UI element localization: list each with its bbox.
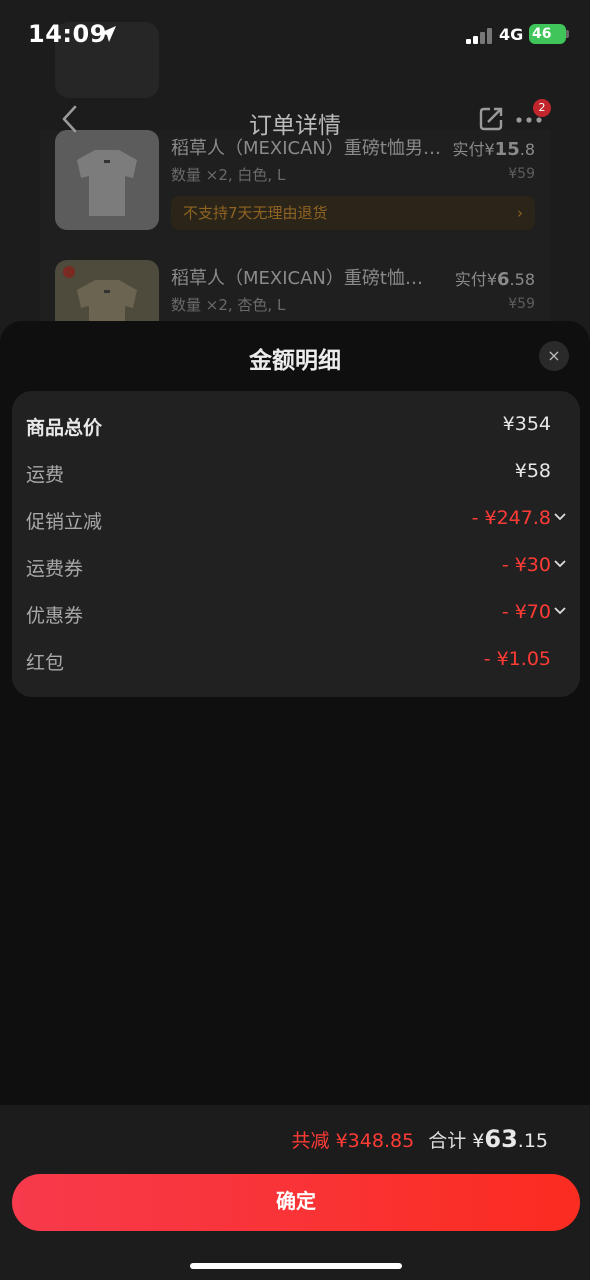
row-label: 商品总价 [26, 417, 103, 439]
product-paid-price: 实付¥6.58 [455, 266, 535, 290]
row-promotion-discount[interactable]: 促销立减 - ¥247.8 [12, 497, 580, 544]
share-icon[interactable] [478, 106, 504, 132]
location-arrow-icon [100, 26, 116, 42]
battery-cap [566, 30, 569, 38]
row-label: 运费 [26, 464, 65, 486]
total-dec: .15 [517, 1130, 548, 1152]
row-shipping-coupon[interactable]: 运费券 - ¥30 [12, 544, 580, 591]
sheet-title: 金额明细 [249, 348, 341, 374]
product-name: 稻草人（MEXICAN）重磅t恤… [171, 268, 423, 289]
order-summary: 共减 ¥348.85 合计 ¥63.15 [292, 1125, 548, 1153]
paid-prefix: 实付¥ [454, 270, 498, 289]
close-button[interactable]: × [539, 341, 569, 371]
row-value: - ¥1.05 [483, 648, 551, 670]
row-value: - ¥247.8 [471, 507, 551, 529]
chevron-right-icon: › [517, 204, 523, 222]
navigation-bar: 订单详情 2 [0, 90, 590, 150]
paid-int: 6 [497, 269, 510, 290]
amount-detail-card: 商品总价 ¥354 运费 ¥58 促销立减 - ¥247.8 运费券 - ¥30… [12, 391, 580, 697]
order-page-background: 稻草人（MEXICAN）重磅t恤男… 数量 ×2, 白色, L 实付¥15.8 … [0, 0, 590, 360]
status-time: 14:09 [28, 20, 107, 48]
total-label: 合计 [428, 1130, 467, 1152]
return-policy-notice[interactable]: 不支持7天无理由退货 › [171, 196, 535, 230]
total-amount: ¥63.15 [472, 1125, 548, 1153]
return-policy-text: 不支持7天无理由退货 [183, 204, 328, 222]
status-bar: 14:09 4G 46 [0, 0, 590, 70]
row-label: 红包 [26, 652, 65, 674]
total-int: 63 [484, 1125, 518, 1153]
chevron-down-icon[interactable] [554, 513, 566, 521]
notification-badge: 2 [533, 99, 551, 117]
row-label: 促销立减 [26, 511, 103, 533]
product-spec: 数量 ×2, 白色, L [171, 166, 286, 184]
row-goods-total: 商品总价 ¥354 [12, 403, 580, 450]
row-coupon[interactable]: 优惠券 - ¥70 [12, 591, 580, 638]
cellular-signal-icon [466, 28, 494, 44]
row-value: - ¥30 [501, 554, 551, 576]
chevron-down-icon[interactable] [554, 607, 566, 615]
paid-dec: .58 [509, 270, 535, 289]
reduce-amount: ¥348.85 [335, 1130, 415, 1152]
product-original-price: ¥59 [508, 296, 535, 312]
confirm-button[interactable]: 确定 [12, 1174, 580, 1231]
home-indicator [190, 1263, 402, 1269]
product-spec: 数量 ×2, 杏色, L [171, 296, 286, 314]
screen: 稻草人（MEXICAN）重磅t恤男… 数量 ×2, 白色, L 实付¥15.8 … [0, 0, 590, 1280]
row-label: 运费券 [26, 558, 84, 580]
network-type: 4G [499, 25, 524, 44]
row-value: ¥354 [502, 413, 551, 435]
row-value: ¥58 [514, 460, 551, 482]
battery-indicator: 46 [529, 24, 566, 44]
bottom-bar: 共减 ¥348.85 合计 ¥63.15 确定 [0, 1105, 590, 1280]
row-shipping: 运费 ¥58 [12, 450, 580, 497]
row-value: - ¥70 [501, 601, 551, 623]
row-red-packet: 红包 - ¥1.05 [12, 638, 580, 685]
reduce-label: 共减 [291, 1130, 330, 1152]
row-label: 优惠券 [26, 605, 84, 627]
total-prefix: ¥ [472, 1130, 485, 1152]
order-item-list: 稻草人（MEXICAN）重磅t恤男… 数量 ×2, 白色, L 实付¥15.8 … [40, 130, 550, 360]
product-original-price: ¥59 [508, 166, 535, 182]
chevron-down-icon[interactable] [554, 560, 566, 568]
